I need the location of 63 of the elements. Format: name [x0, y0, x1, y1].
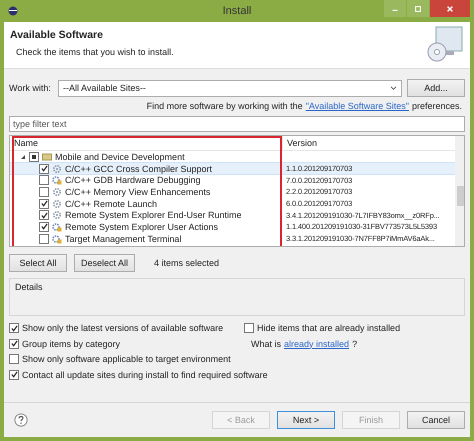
tree-item-label: Remote System Explorer User Actions [65, 222, 218, 232]
work-with-label: Work with: [9, 83, 52, 93]
find-more-text: Find more software by working with the [146, 101, 303, 111]
close-button[interactable] [430, 0, 470, 17]
already-installed-link[interactable]: already installed [284, 338, 350, 348]
checkbox[interactable] [39, 198, 49, 209]
preferences-text: preferences. [412, 101, 462, 111]
column-header[interactable]: Name [10, 138, 282, 148]
close-icon [446, 4, 454, 12]
gear-icon [52, 164, 62, 174]
gear-plug-icon [52, 175, 62, 186]
checkbox[interactable] [29, 152, 39, 162]
checkbox[interactable] [9, 370, 19, 380]
checkbox[interactable] [39, 234, 49, 244]
deselect-all-button[interactable]: Deselect All [74, 254, 136, 272]
checkbox[interactable] [39, 175, 49, 186]
checkbox[interactable] [9, 354, 19, 364]
filter-field[interactable]: type filter text [9, 116, 465, 132]
tree-item-label: C/C++ GCC Cross Compiler Support [65, 164, 212, 174]
checkbox[interactable] [39, 210, 49, 220]
tree-item-label: Remote System Explorer End-User Runtime [65, 210, 242, 220]
what-is-text: What is [251, 338, 282, 348]
column-header[interactable]: Version [282, 136, 318, 150]
details-label: Details [15, 282, 43, 292]
gear-icon [52, 198, 62, 209]
help-icon[interactable] [14, 413, 28, 427]
folder-icon [42, 152, 52, 162]
checkbox[interactable] [244, 323, 254, 333]
gear-icon [52, 186, 62, 197]
option-label: Group items by category [22, 338, 120, 348]
checkbox[interactable] [39, 186, 49, 197]
selection-count: 4 items selected [154, 258, 220, 268]
checkbox[interactable] [39, 222, 49, 232]
available-sites-link[interactable]: "Available Software Sites" [306, 101, 409, 111]
tree-item-label: C/C++ Memory View Enhancements [65, 186, 210, 197]
checkbox[interactable] [9, 338, 19, 348]
page-subtitle: Check the items that you wish to install. [16, 47, 174, 57]
site-dropdown[interactable]: --All Available Sites-- [58, 80, 402, 96]
gear-plug-icon [52, 234, 62, 244]
wizard-button[interactable]: Next > [277, 411, 335, 429]
checkbox[interactable] [9, 323, 19, 333]
checkbox[interactable] [39, 164, 49, 174]
tree-item-label: C/C++ Remote Launch [65, 198, 158, 209]
gear-icon [52, 210, 62, 220]
app-icon [8, 6, 18, 16]
tree-item-label: C/C++ GDB Hardware Debugging [65, 175, 201, 186]
maximize-icon [414, 4, 422, 12]
scrollbar[interactable] [455, 136, 464, 246]
option-label: Contact all update sites during install to find required software [22, 370, 268, 380]
wizard-button[interactable]: Cancel [407, 411, 465, 429]
option-label: Hide items that are already installed [257, 323, 400, 333]
option-label: Show only the latest versions of available software [22, 323, 224, 333]
expand-arrow-icon[interactable] [20, 154, 26, 160]
question-mark-text: ? [352, 338, 358, 348]
option-label: Show only software applicable to target environment [22, 354, 231, 364]
select-all-button[interactable]: Select All [9, 254, 67, 272]
tree-item-label: Target Management Terminal [65, 234, 182, 244]
page-title: Available Software [10, 29, 104, 41]
gear-plug-icon [52, 222, 62, 232]
add-button[interactable]: Add... [407, 79, 465, 97]
window-title: Install [222, 5, 252, 17]
tree-item-label: Mobile and Device Development [55, 152, 185, 162]
chevron-down-icon[interactable] [390, 86, 397, 90]
